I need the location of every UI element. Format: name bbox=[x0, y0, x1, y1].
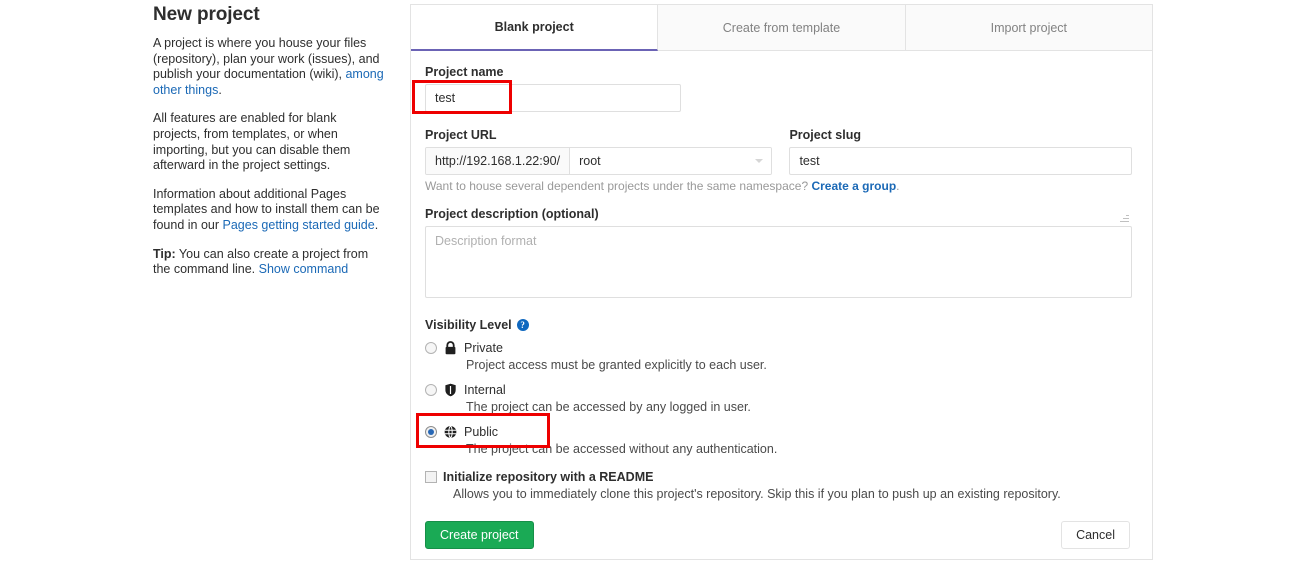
visibility-option-internal[interactable]: Internal The project can be accessed by … bbox=[425, 382, 1132, 414]
cancel-button[interactable]: Cancel bbox=[1061, 521, 1130, 549]
radio-public[interactable] bbox=[425, 426, 437, 438]
create-project-button[interactable]: Create project bbox=[425, 521, 534, 549]
tip-paragraph: Tip: You can also create a project from … bbox=[153, 247, 385, 278]
visibility-level-group: Visibility Level ? Private Project acces… bbox=[425, 318, 1132, 456]
project-description-label: Project description (optional) bbox=[425, 207, 599, 221]
project-type-tabs: Blank project Create from template Impor… bbox=[411, 5, 1152, 51]
globe-icon bbox=[444, 425, 457, 439]
tab-blank-project-label: Blank project bbox=[494, 20, 574, 34]
project-url-group: Project URL http://192.168.1.22:90/ root bbox=[425, 128, 773, 175]
tab-blank-project[interactable]: Blank project bbox=[411, 5, 659, 51]
namespace-select[interactable]: root bbox=[570, 148, 772, 174]
tab-import-project-label: Import project bbox=[990, 20, 1068, 35]
intro-sidebar: New project A project is where you house… bbox=[153, 4, 385, 278]
intro-paragraph-1: A project is where you house your files … bbox=[153, 36, 385, 98]
intro-paragraph-2: All features are enabled for blank proje… bbox=[153, 111, 351, 173]
lock-icon bbox=[445, 341, 456, 355]
initialize-readme-description: Allows you to immediately clone this pro… bbox=[453, 487, 1061, 501]
visibility-option-internal-name: Internal bbox=[464, 383, 506, 397]
visibility-option-private[interactable]: Private Project access must be granted e… bbox=[425, 340, 1132, 372]
namespace-help-prefix: Want to house several dependent projects… bbox=[425, 179, 812, 193]
project-url-input-wrap: http://192.168.1.22:90/ root bbox=[425, 147, 773, 175]
new-project-panel: Blank project Create from template Impor… bbox=[410, 4, 1153, 560]
project-slug-input[interactable] bbox=[789, 147, 1132, 175]
visibility-level-label: Visibility Level bbox=[425, 318, 512, 332]
project-slug-label: Project slug bbox=[789, 128, 861, 142]
project-description-textarea[interactable] bbox=[425, 226, 1132, 298]
intro-paragraph-3: Information about additional Pages templ… bbox=[153, 187, 385, 234]
intro-paragraph-1-suffix: . bbox=[218, 82, 222, 97]
tip-label: Tip: bbox=[153, 246, 176, 261]
visibility-option-public-head: Public bbox=[425, 424, 1132, 440]
page-title: New project bbox=[153, 4, 260, 25]
project-name-input[interactable] bbox=[425, 84, 681, 112]
pages-getting-started-guide-link[interactable]: Pages getting started guide bbox=[223, 218, 375, 232]
initialize-readme-label[interactable]: Initialize repository with a README bbox=[443, 470, 653, 484]
tab-create-from-template[interactable]: Create from template bbox=[658, 5, 906, 50]
show-command-link[interactable]: Show command bbox=[259, 262, 349, 276]
initialize-readme-group: Initialize repository with a README Allo… bbox=[425, 470, 1132, 501]
chevron-down-icon bbox=[755, 159, 764, 163]
visibility-option-private-description: Project access must be granted explicitl… bbox=[466, 358, 767, 372]
initialize-readme-checkbox[interactable] bbox=[425, 471, 437, 483]
namespace-help-suffix: . bbox=[896, 179, 900, 193]
form-action-row: Create project Cancel bbox=[425, 521, 1132, 549]
project-name-group: Project name bbox=[425, 65, 1132, 112]
visibility-option-public-name: Public bbox=[464, 425, 499, 439]
namespace-help-text: Want to house several dependent projects… bbox=[425, 179, 1132, 193]
shield-icon bbox=[445, 383, 456, 397]
project-slug-group: Project slug bbox=[789, 128, 1132, 175]
intro-paragraph-3-suffix: . bbox=[374, 217, 379, 232]
visibility-level-label-row: Visibility Level ? bbox=[425, 318, 1132, 332]
question-mark-help-icon[interactable]: ? bbox=[516, 319, 529, 331]
project-url-prefix: http://192.168.1.22:90/ bbox=[426, 148, 571, 174]
visibility-option-internal-head: Internal bbox=[425, 382, 1132, 398]
visibility-option-public-description: The project can be accessed without any … bbox=[466, 442, 778, 456]
visibility-option-internal-description: The project can be accessed by any logge… bbox=[466, 400, 751, 414]
visibility-option-private-name: Private bbox=[464, 341, 503, 355]
url-and-slug-row: Project URL http://192.168.1.22:90/ root… bbox=[425, 128, 1132, 175]
visibility-option-public[interactable]: Public The project can be accessed witho… bbox=[425, 424, 1132, 456]
visibility-option-private-head: Private bbox=[425, 340, 1132, 356]
radio-internal[interactable] bbox=[425, 384, 437, 396]
project-description-group: Project description (optional) bbox=[425, 207, 1132, 301]
radio-private[interactable] bbox=[425, 342, 437, 354]
namespace-select-value: root bbox=[579, 154, 601, 168]
project-name-label: Project name bbox=[425, 65, 504, 79]
project-url-label: Project URL bbox=[425, 128, 497, 142]
tab-create-from-template-label: Create from template bbox=[722, 20, 841, 35]
initialize-readme-head: Initialize repository with a README bbox=[425, 470, 1132, 484]
create-a-group-link[interactable]: Create a group bbox=[811, 179, 896, 193]
new-project-form: Project name Project URL http://192.168.… bbox=[411, 51, 1152, 549]
tab-import-project[interactable]: Import project bbox=[905, 5, 1152, 50]
